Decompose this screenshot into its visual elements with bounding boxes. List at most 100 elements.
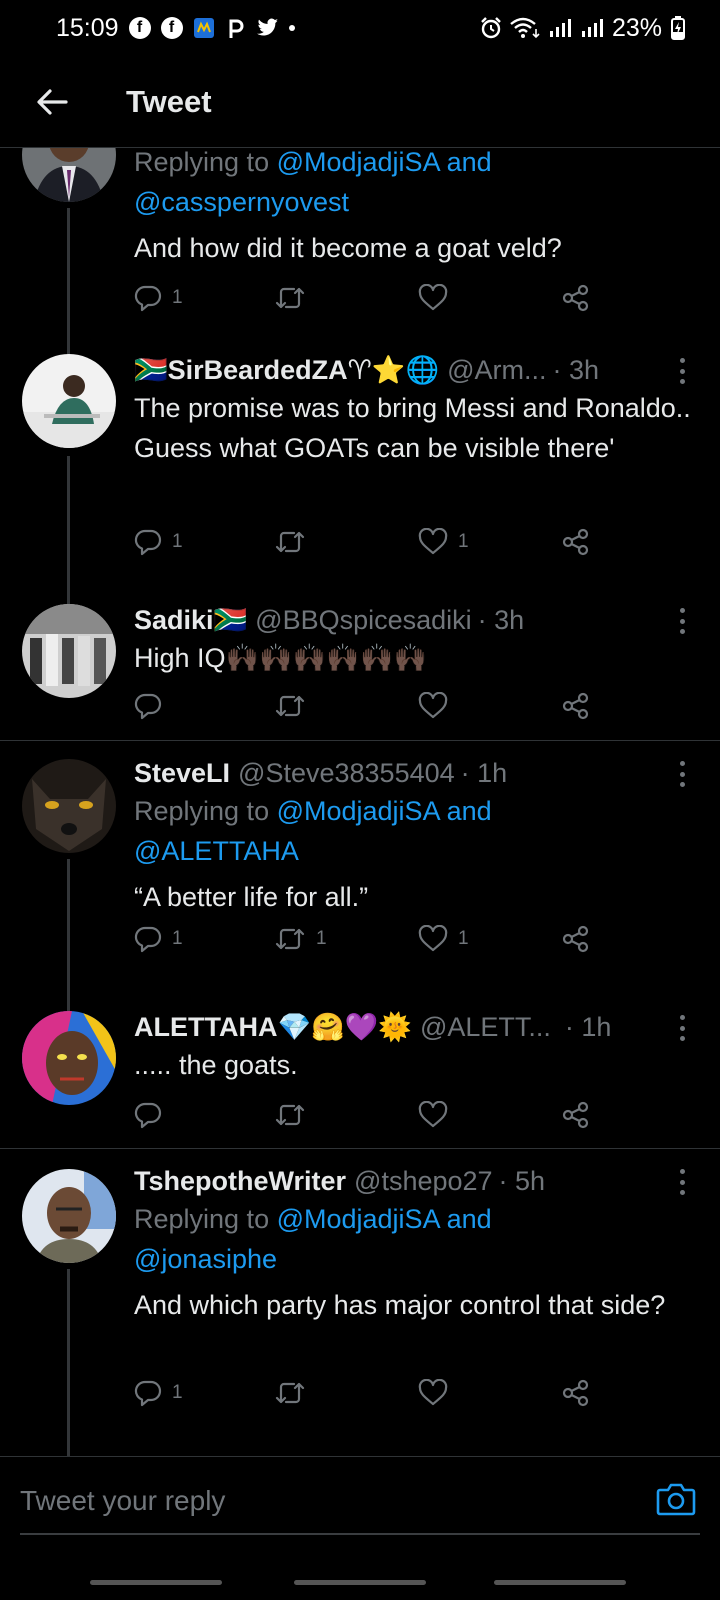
avatar[interactable] (22, 1011, 116, 1105)
mention-link[interactable]: @ALETTAHA (134, 836, 299, 866)
handle[interactable]: @BBQspicesadiki (255, 602, 472, 638)
retweet-icon (275, 1382, 305, 1404)
tweet-reply-input[interactable] (20, 1477, 680, 1525)
battery-percent: 23% (611, 13, 662, 42)
reply-button[interactable] (134, 692, 172, 720)
status-bar: 15:09 f f 23% (0, 0, 720, 56)
share-button[interactable] (562, 1379, 590, 1407)
reply-icon (134, 926, 162, 953)
timestamp: · 1h (564, 1012, 612, 1042)
like-button[interactable] (418, 284, 458, 312)
mention-link[interactable]: @ModjadjiSA (277, 796, 440, 826)
facebook-icon: f (128, 17, 151, 39)
retweet-button[interactable] (274, 529, 316, 555)
replying-to: Replying to @ModjadjiSA and @jonasiphe (134, 1204, 492, 1274)
like-button[interactable] (418, 1101, 458, 1129)
replying-to: Replying to @ModjadjiSA and @ALETTAHA (134, 796, 492, 866)
display-name[interactable]: Sadiki🇿🇦 (134, 602, 247, 638)
like-count: 1 (458, 531, 469, 552)
camera-icon (656, 1483, 696, 1516)
app-icon (193, 17, 215, 39)
more-icon[interactable] (672, 608, 692, 634)
like-icon (418, 925, 448, 952)
like-count: 1 (458, 928, 469, 949)
tweet[interactable]: ALETTAHA💎🤗💜🌞 @ALETT... · 1h ..... the go… (0, 991, 720, 1147)
retweet-icon (275, 1104, 305, 1126)
camera-button[interactable] (656, 1481, 696, 1517)
retweet-button[interactable] (274, 1380, 316, 1406)
share-button[interactable] (562, 692, 590, 720)
tweet-text: ..... the goats. (134, 1050, 298, 1080)
handle[interactable]: @tshepo27 (354, 1163, 493, 1199)
tweet-replies-feed[interactable]: Replying to @ModjadjiSA and @casspernyov… (0, 148, 720, 1456)
reply-button[interactable]: 1 (134, 925, 183, 953)
handle[interactable]: @Arm... (447, 352, 546, 388)
mention-link[interactable]: @ModjadjiSA (277, 148, 440, 177)
tweet[interactable]: Sadiki🇿🇦 @BBQspicesadiki · 3h High IQ🙌🏿🙌… (0, 588, 720, 740)
retweet-button[interactable] (274, 1102, 316, 1128)
more-icon[interactable] (672, 761, 692, 787)
retweet-button[interactable] (274, 285, 316, 311)
reply-icon (134, 529, 162, 556)
nav-recents-button[interactable] (90, 1580, 222, 1585)
mention-link[interactable]: @casspernyovest (134, 187, 349, 217)
share-button[interactable] (562, 1101, 590, 1129)
more-icon[interactable] (672, 1015, 692, 1041)
share-button[interactable] (562, 284, 590, 312)
avatar[interactable] (22, 354, 116, 448)
reply-count: 1 (172, 531, 183, 552)
handle[interactable]: @Steve38355404 (238, 755, 455, 791)
tweet-text: And how did it become a goat veld? (134, 233, 562, 263)
thread-line (67, 456, 70, 588)
twitter-icon (256, 17, 279, 39)
like-button[interactable]: 1 (418, 925, 469, 953)
retweet-button[interactable] (274, 693, 316, 719)
reply-button[interactable]: 1 (134, 528, 183, 556)
status-time: 15:09 (56, 13, 119, 42)
reply-button[interactable] (134, 1101, 172, 1129)
retweet-button[interactable]: 1 (274, 926, 327, 952)
reply-count: 1 (172, 1382, 183, 1403)
replying-to: Replying to @ModjadjiSA and @casspernyov… (134, 148, 492, 217)
retweet-icon (275, 928, 305, 950)
avatar[interactable] (22, 604, 116, 698)
facebook-icon: f (160, 17, 183, 39)
mention-link[interactable]: @jonasiphe (134, 1244, 277, 1274)
nav-back-button[interactable] (494, 1580, 626, 1585)
tweet[interactable]: TshepotheWriter @tshepo27 · 5h Replying … (0, 1149, 720, 1456)
display-name[interactable]: TshepotheWriter (134, 1163, 346, 1199)
tweet-text: The promise was to bring Messi and Ronal… (134, 393, 691, 463)
tweet-actions: 1 1 (134, 524, 604, 560)
reply-icon (134, 1102, 162, 1129)
more-icon[interactable] (672, 1169, 692, 1195)
display-name[interactable]: SteveLI (134, 755, 230, 791)
avatar[interactable] (22, 759, 116, 853)
tweet[interactable]: SteveLI @Steve38355404 · 1h Replying to … (0, 741, 720, 991)
nav-home-button[interactable] (294, 1580, 426, 1585)
tweet[interactable]: 🇿🇦SirBeardedZA♈⭐🌐 @Arm... · 3h The promi… (0, 338, 720, 588)
avatar[interactable] (22, 1169, 116, 1263)
share-button[interactable] (562, 528, 590, 556)
reply-button[interactable]: 1 (134, 1379, 183, 1407)
retweet-icon (275, 695, 305, 717)
share-button[interactable] (562, 925, 590, 953)
share-icon (562, 1379, 589, 1407)
notification-dot-icon (288, 25, 295, 31)
tweet[interactable]: Replying to @ModjadjiSA and @casspernyov… (0, 148, 720, 338)
mention-link[interactable]: @ModjadjiSA (277, 1204, 440, 1234)
reply-button[interactable]: 1 (134, 284, 183, 312)
handle[interactable]: @ALETT... (420, 1009, 551, 1045)
avatar[interactable] (22, 148, 116, 202)
display-name[interactable]: 🇿🇦SirBeardedZA♈⭐🌐 (134, 352, 439, 388)
top-app-bar: Tweet (0, 56, 720, 148)
display-name[interactable]: ALETTAHA💎🤗💜🌞 (134, 1009, 412, 1045)
share-icon (562, 692, 589, 720)
like-button[interactable] (418, 692, 458, 720)
reply-icon (134, 1380, 162, 1407)
more-icon[interactable] (672, 358, 692, 384)
like-icon (418, 528, 448, 555)
like-button[interactable]: 1 (418, 528, 469, 556)
reply-count: 1 (172, 287, 183, 308)
like-button[interactable] (418, 1379, 458, 1407)
back-button[interactable] (22, 72, 82, 132)
